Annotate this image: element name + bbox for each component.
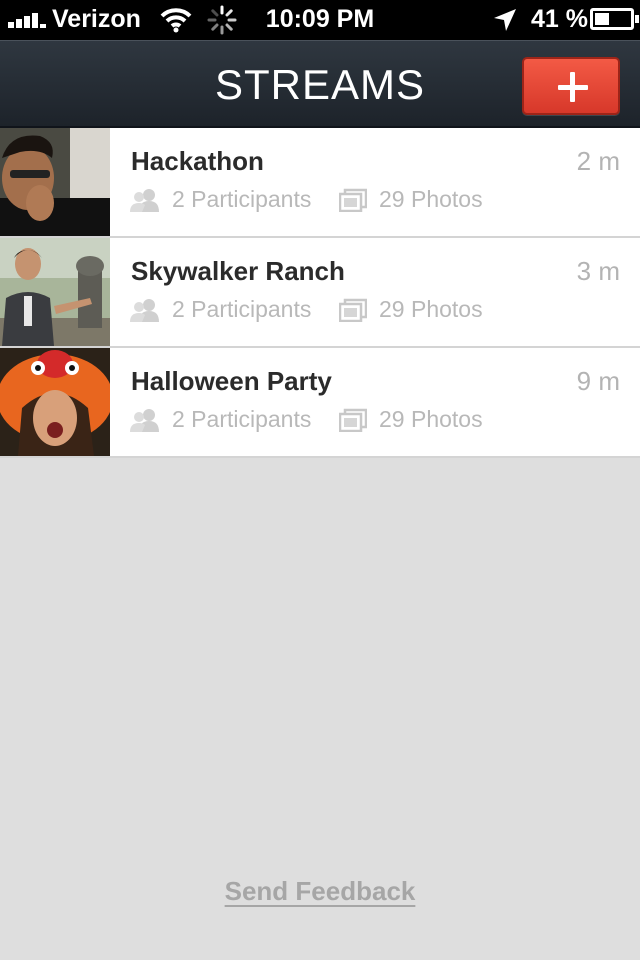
stream-thumbnail — [0, 128, 110, 236]
participants-label: 2 Participants — [172, 406, 312, 432]
stream-list: Hackathon 2 m 2 Participants 29 Photos S… — [0, 128, 640, 458]
stream-thumbnail — [0, 238, 110, 346]
stream-time: 9 m — [576, 366, 620, 396]
stream-time: 3 m — [576, 256, 620, 286]
participants-count: 2 Participants — [130, 296, 311, 323]
status-bar: Verizon 10:09 PM 41 % — [0, 0, 640, 40]
send-feedback-link[interactable]: Send Feedback — [0, 876, 640, 907]
stream-row[interactable]: Hackathon 2 m 2 Participants 29 Photos — [0, 128, 640, 238]
participants-icon — [130, 408, 159, 432]
stream-time: 2 m — [576, 146, 620, 176]
stream-title: Halloween Party — [131, 366, 332, 396]
photos-count: 29 Photos — [339, 296, 483, 323]
participants-count: 2 Participants — [130, 186, 311, 213]
photos-icon — [339, 298, 367, 322]
stream-title: Hackathon — [131, 146, 264, 176]
participants-label: 2 Participants — [172, 186, 312, 212]
photos-label: 29 Photos — [379, 186, 483, 212]
send-feedback-label[interactable]: Send Feedback — [225, 876, 416, 906]
stream-thumbnail — [0, 348, 110, 456]
photos-icon — [339, 408, 367, 432]
participants-label: 2 Participants — [172, 296, 312, 322]
navigation-bar: STREAMS — [0, 40, 640, 128]
participants-icon — [130, 188, 159, 212]
participants-count: 2 Participants — [130, 406, 311, 433]
stream-row[interactable]: Skywalker Ranch 3 m 2 Participants 29 Ph… — [0, 238, 640, 348]
battery-icon — [590, 8, 639, 30]
stream-title: Skywalker Ranch — [131, 256, 345, 286]
stream-row[interactable]: Halloween Party 9 m 2 Participants 29 Ph… — [0, 348, 640, 458]
photos-count: 29 Photos — [339, 406, 483, 433]
photos-icon — [339, 188, 367, 212]
add-stream-button[interactable] — [522, 57, 620, 115]
location-arrow-icon — [494, 9, 516, 31]
participants-icon — [130, 298, 159, 322]
photos-count: 29 Photos — [339, 186, 483, 213]
photos-label: 29 Photos — [379, 296, 483, 322]
battery-percentage: 41 % — [531, 5, 588, 33]
photos-label: 29 Photos — [379, 406, 483, 432]
